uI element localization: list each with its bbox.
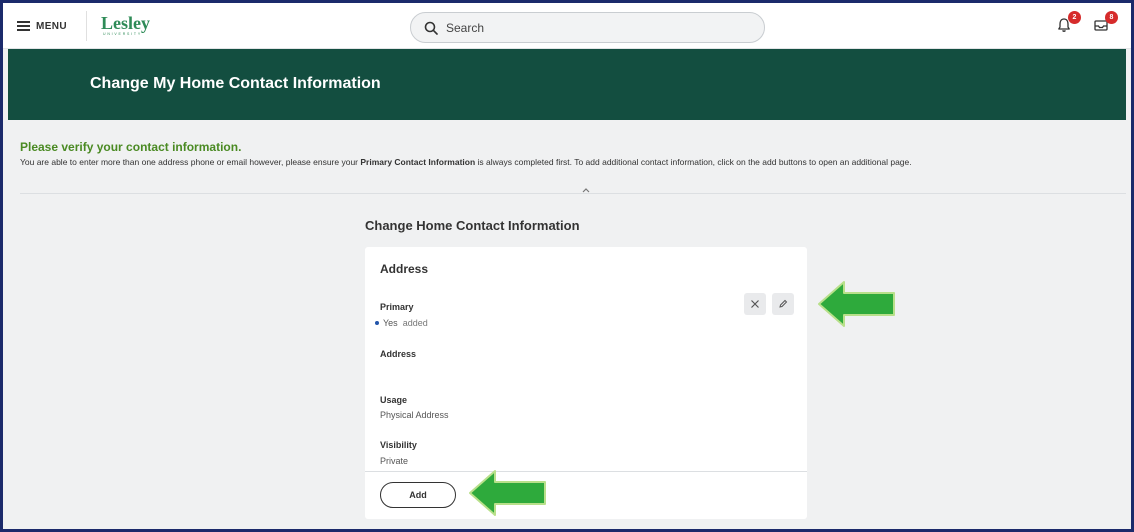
section-divider — [20, 193, 1126, 194]
section-title: Change Home Contact Information — [365, 218, 580, 233]
verify-instructions: You are able to enter more than one addr… — [20, 157, 912, 167]
added-status: added — [402, 318, 428, 328]
card-title: Address — [380, 262, 429, 276]
verify-text-before: You are able to enter more than one addr… — [20, 157, 361, 167]
search-input[interactable] — [446, 20, 726, 35]
inbox-button[interactable]: 8 — [1093, 11, 1118, 35]
visibility-label: Visibility — [380, 440, 417, 450]
notifications-button[interactable]: 2 — [1056, 11, 1081, 35]
lesley-logo[interactable]: Lesley UNIVERSITY — [101, 13, 150, 36]
primary-value: Yes added — [375, 318, 428, 328]
notifications-badge: 2 — [1068, 11, 1081, 24]
inbox-badge: 8 — [1105, 11, 1118, 24]
menu-label: MENU — [36, 20, 68, 32]
screenshot-frame: MENU Lesley UNIVERSITY 2 8 — [0, 0, 1134, 532]
usage-value: Physical Address — [380, 410, 449, 420]
visibility-value: Private — [380, 456, 409, 466]
bullet-icon — [375, 320, 379, 325]
arrow-left-icon — [818, 281, 895, 327]
top-nav: MENU Lesley UNIVERSITY 2 8 — [3, 3, 1131, 49]
edit-button[interactable] — [772, 293, 794, 315]
hamburger-icon — [17, 21, 30, 31]
nav-divider — [86, 11, 87, 41]
page-banner: Change My Home Contact Information — [8, 49, 1126, 120]
logo-text: Lesley — [101, 13, 150, 33]
pencil-icon — [779, 299, 788, 308]
chevron-up-icon — [582, 188, 590, 193]
menu-button[interactable]: MENU — [17, 15, 67, 37]
remove-button[interactable] — [744, 293, 766, 315]
verify-text-after: is always completed first. To add additi… — [475, 157, 912, 167]
verify-heading: Please verify your contact information. — [20, 140, 242, 154]
search-icon — [424, 21, 438, 35]
verify-text-bold: Primary Contact Information — [360, 157, 476, 167]
search-bar[interactable] — [410, 12, 765, 43]
primary-label: Primary — [380, 302, 414, 312]
address-label: Address — [380, 349, 417, 359]
usage-label: Usage — [380, 395, 408, 405]
add-button[interactable]: Add — [380, 482, 456, 508]
close-icon — [751, 300, 759, 308]
arrow-left-icon — [469, 470, 546, 516]
address-card: Address Primary Yes added Address Usage P… — [365, 247, 807, 519]
card-footer-divider — [365, 471, 807, 472]
page-title: Change My Home Contact Information — [90, 75, 381, 92]
primary-yes: Yes — [383, 318, 398, 328]
collapse-button[interactable] — [580, 186, 592, 196]
